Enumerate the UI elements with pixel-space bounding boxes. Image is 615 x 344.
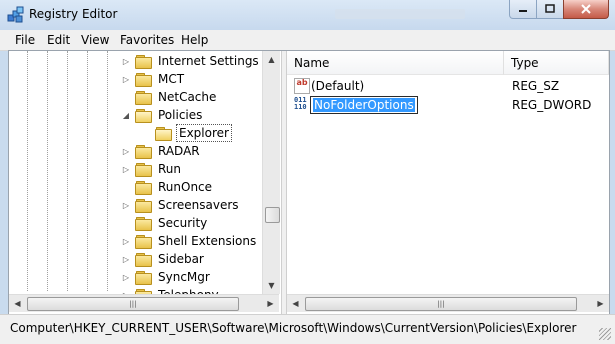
tree-item-label: Security — [158, 216, 208, 230]
open-folder-icon — [135, 108, 152, 123]
scroll-left-arrow-icon[interactable]: ◀ — [287, 295, 304, 312]
values-list[interactable]: Name Type ab (Default) REG_SZ 011 110 NoF… — [287, 51, 609, 314]
tree-item-label: Sidebar — [158, 252, 204, 266]
scroll-right-arrow-icon[interactable]: ▶ — [592, 295, 609, 312]
collapse-arrow-icon[interactable]: ◢ — [121, 111, 131, 120]
minimize-icon — [519, 10, 527, 12]
window-title: Registry Editor — [29, 7, 118, 21]
menu-help[interactable]: Help — [181, 33, 208, 47]
tree-guide-line — [67, 51, 68, 291]
tree-guide-line — [47, 51, 48, 291]
expand-arrow-icon[interactable]: ▷ — [121, 255, 131, 264]
value-row-default[interactable]: ab (Default) REG_SZ — [287, 77, 609, 95]
tree-horizontal-scrollbar[interactable]: ◀ ||| ▶ — [9, 294, 279, 312]
tree-item-label-selected: Explorer — [176, 124, 232, 142]
folder-icon — [135, 198, 152, 213]
menu-edit[interactable]: Edit — [47, 33, 70, 47]
menu-bar: File Edit View Favorites Help — [0, 30, 615, 51]
resize-grip-icon[interactable] — [599, 328, 611, 340]
close-button[interactable] — [563, 0, 609, 19]
folder-icon — [135, 144, 152, 159]
tree-guide-line — [87, 51, 88, 291]
folder-icon — [135, 234, 152, 249]
tree-item-netcache[interactable]: NetCache — [121, 88, 218, 106]
tree-item-label: Internet Settings — [158, 54, 259, 68]
scroll-right-arrow-icon[interactable]: ▶ — [262, 295, 279, 312]
tree-item-label: SyncMgr — [158, 270, 210, 284]
menu-favorites[interactable]: Favorites — [120, 33, 174, 47]
value-row-nofolderoptions[interactable]: 011 110 NoFolderOptions REG_DWORD — [287, 96, 609, 114]
tree-guide-line — [27, 51, 28, 291]
value-name: (Default) — [311, 79, 365, 93]
expand-arrow-icon[interactable]: ▷ — [121, 147, 131, 156]
tree-item-label: MCT — [158, 72, 185, 86]
tree-item-shell-extensions[interactable]: ▷ Shell Extensions — [121, 232, 258, 250]
folder-icon — [135, 180, 152, 195]
editor-client-area: ▷ Internet Settings ▷ MCT NetCache ◢ Polici… — [8, 50, 610, 315]
registry-editor-icon — [7, 6, 24, 23]
scroll-left-arrow-icon[interactable]: ◀ — [9, 295, 26, 312]
registry-tree[interactable]: ▷ Internet Settings ▷ MCT NetCache ◢ Polici… — [9, 51, 281, 314]
folder-icon — [135, 270, 152, 285]
folder-icon — [135, 216, 152, 231]
rename-input[interactable]: NoFolderOptions — [310, 96, 418, 114]
maximize-button[interactable] — [536, 0, 564, 19]
tree-guide-line — [107, 51, 108, 291]
open-folder-icon — [155, 126, 172, 141]
scroll-down-arrow-icon[interactable]: ▼ — [263, 277, 280, 294]
tree-item-sidebar[interactable]: ▷ Sidebar — [121, 250, 206, 268]
maximize-icon — [545, 4, 555, 13]
scroll-up-arrow-icon[interactable]: ▲ — [263, 51, 280, 68]
tree-item-syncmgr[interactable]: ▷ SyncMgr — [121, 268, 212, 286]
tree-item-label: RunOnce — [158, 180, 213, 194]
list-horizontal-scroll-thumb[interactable]: ||| — [305, 297, 577, 311]
tree-item-runonce[interactable]: RunOnce — [121, 178, 214, 196]
tree-vertical-scroll-thumb[interactable] — [265, 207, 280, 223]
string-value-icon: ab — [294, 78, 310, 94]
tree-item-radar[interactable]: ▷ RADAR — [121, 142, 202, 160]
folder-icon — [135, 162, 152, 177]
tree-item-label: NetCache — [158, 90, 217, 104]
tree-item-label: Policies — [158, 108, 203, 122]
tree-item-label: Shell Extensions — [158, 234, 257, 248]
expand-arrow-icon[interactable]: ▷ — [121, 57, 131, 66]
menu-file[interactable]: File — [15, 33, 35, 47]
tree-item-policies[interactable]: ◢ Policies — [121, 106, 204, 124]
list-horizontal-scrollbar[interactable]: ◀ ||| ▶ — [287, 294, 609, 312]
expand-arrow-icon[interactable]: ▷ — [121, 237, 131, 246]
rename-input-text[interactable]: NoFolderOptions — [313, 98, 415, 112]
tree-item-internet-settings[interactable]: ▷ Internet Settings — [121, 52, 261, 70]
title-bar: Registry Editor — [0, 0, 615, 30]
tree-item-label: RADAR — [158, 144, 200, 158]
folder-icon — [135, 90, 152, 105]
expand-arrow-icon[interactable]: ▷ — [121, 273, 131, 282]
value-type: REG_DWORD — [512, 98, 592, 112]
tree-item-explorer[interactable]: Explorer — [141, 124, 232, 142]
current-key-path: Computer\HKEY_CURRENT_USER\Software\Micr… — [10, 321, 577, 335]
value-type: REG_SZ — [512, 79, 560, 93]
binary-value-icon: 011 110 — [294, 96, 307, 111]
expand-arrow-icon[interactable]: ▷ — [121, 165, 131, 174]
status-bar: Computer\HKEY_CURRENT_USER\Software\Micr… — [0, 314, 615, 344]
tree-vertical-scrollbar[interactable]: ▲ ▼ — [262, 51, 280, 294]
column-header-type[interactable]: Type — [504, 51, 609, 75]
close-icon — [581, 4, 591, 14]
folder-icon — [135, 72, 152, 87]
tree-item-label: Run — [158, 162, 182, 176]
tree-item-screensavers[interactable]: ▷ Screensavers — [121, 196, 241, 214]
folder-icon — [135, 252, 152, 267]
tree-item-mct[interactable]: ▷ MCT — [121, 70, 186, 88]
expand-arrow-icon[interactable]: ▷ — [121, 201, 131, 210]
tree-item-label: Screensavers — [158, 198, 239, 212]
menu-view[interactable]: View — [81, 33, 109, 47]
expand-arrow-icon[interactable]: ▷ — [121, 75, 131, 84]
tree-item-run[interactable]: ▷ Run — [121, 160, 183, 178]
minimize-button[interactable] — [509, 0, 537, 19]
column-header-name[interactable]: Name — [287, 51, 504, 75]
folder-icon — [135, 54, 152, 69]
tree-horizontal-scroll-thumb[interactable]: ||| — [27, 297, 239, 311]
ghost-window-title — [335, 9, 465, 19]
tree-item-security[interactable]: Security — [121, 214, 209, 232]
